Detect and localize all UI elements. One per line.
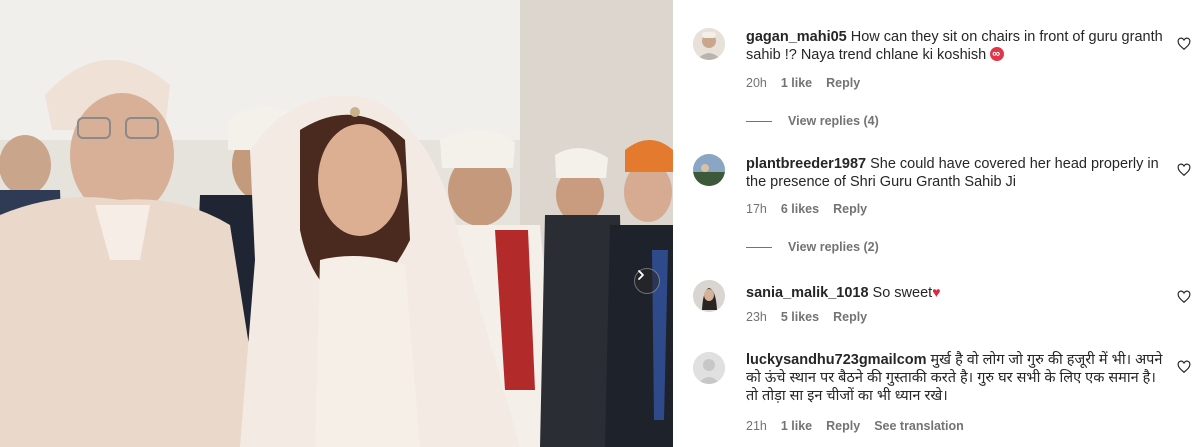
post-view: gagan_mahi05 How can they sit on chairs i… [0, 0, 1199, 447]
comment-time[interactable]: 23h [746, 310, 767, 324]
comment-text: So sweet [872, 285, 933, 301]
view-replies-button[interactable]: View replies (2) [746, 240, 879, 254]
comment-likes[interactable]: 5 likes [781, 310, 819, 324]
view-replies-label: View replies (2) [788, 240, 879, 254]
comment-time[interactable]: 20h [746, 76, 767, 90]
avatar[interactable] [693, 280, 725, 312]
comment-meta: 21h 1 like Reply See translation [746, 419, 964, 433]
reply-button[interactable]: Reply [833, 310, 867, 324]
like-heart-outline-icon[interactable] [1177, 290, 1191, 304]
comment-meta: 23h 5 likes Reply [746, 310, 867, 324]
red-infinity-emoji-icon [990, 45, 1005, 63]
avatar[interactable] [693, 154, 725, 186]
wedding-photo-illustration [0, 0, 673, 447]
chevron-right-icon [638, 270, 644, 280]
divider-line [746, 246, 772, 248]
comment-likes[interactable]: 1 like [781, 76, 812, 90]
reply-button[interactable]: Reply [826, 76, 860, 90]
comments-panel: gagan_mahi05 How can they sit on chairs i… [673, 0, 1199, 447]
reply-button[interactable]: Reply [833, 202, 867, 216]
reply-button[interactable]: Reply [826, 419, 860, 433]
red-heart-emoji-icon: ♥ [932, 284, 941, 300]
like-heart-outline-icon[interactable] [1177, 163, 1191, 177]
carousel-next-button[interactable] [634, 268, 660, 294]
avatar[interactable] [693, 352, 725, 384]
comment-username[interactable]: gagan_mahi05 [746, 29, 847, 45]
comment-likes[interactable]: 6 likes [781, 202, 819, 216]
comment-meta: 17h 6 likes Reply [746, 202, 867, 216]
post-photo[interactable] [0, 0, 673, 447]
divider-line [746, 120, 772, 122]
comment-likes[interactable]: 1 like [781, 419, 812, 433]
view-replies-button[interactable]: View replies (4) [746, 114, 879, 128]
avatar[interactable] [693, 28, 725, 60]
like-heart-outline-icon[interactable] [1177, 360, 1191, 374]
comment-time[interactable]: 17h [746, 202, 767, 216]
comment-username[interactable]: luckysandhu723gmailcom [746, 352, 927, 368]
comment-username[interactable]: plantbreeder1987 [746, 156, 866, 172]
comment-username[interactable]: sania_malik_1018 [746, 285, 869, 301]
like-heart-outline-icon[interactable] [1177, 37, 1191, 51]
comment-time[interactable]: 21h [746, 419, 767, 433]
comment-meta: 20h 1 like Reply [746, 76, 860, 90]
view-replies-label: View replies (4) [788, 114, 879, 128]
see-translation-button[interactable]: See translation [874, 419, 964, 433]
